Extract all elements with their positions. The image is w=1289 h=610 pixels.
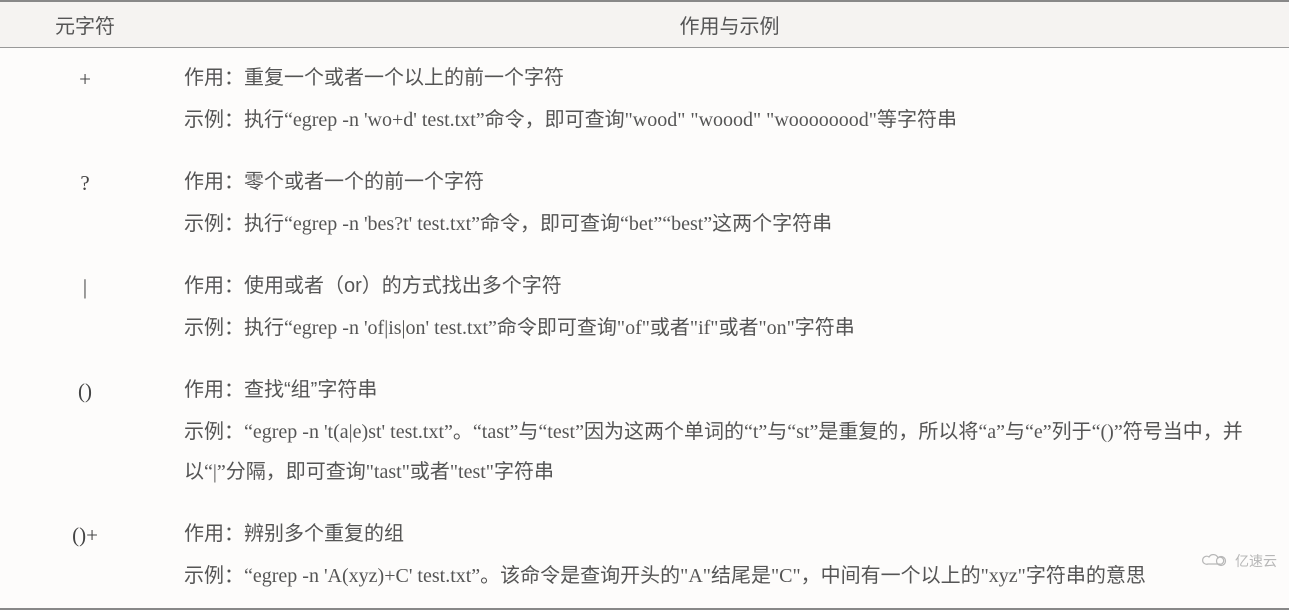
- table-row: | 作用：使用或者（or）的方式找出多个字符 示例：执行“egrep -n 'o…: [0, 256, 1289, 360]
- header-description: 作用与示例: [170, 1, 1289, 48]
- desc-cell: 作用：使用或者（or）的方式找出多个字符 示例：执行“egrep -n 'of|…: [170, 256, 1289, 360]
- header-metachar: 元字符: [0, 1, 170, 48]
- watermark: 亿速云: [1201, 550, 1277, 571]
- metachar-cell: (): [0, 360, 170, 504]
- table-row: ? 作用：零个或者一个的前一个字符 示例：执行“egrep -n 'bes?t'…: [0, 152, 1289, 256]
- metachar-cell: |: [0, 256, 170, 360]
- table-row: ()+ 作用：辨别多个重复的组 示例：“egrep -n 'A(xyz)+C' …: [0, 504, 1289, 609]
- table-row: () 作用：查找“组”字符串 示例：“egrep -n 't(a|e)st' t…: [0, 360, 1289, 504]
- usage-text: 作用：查找“组”字符串: [184, 370, 1275, 410]
- desc-cell: 作用：重复一个或者一个以上的前一个字符 示例：执行“egrep -n 'wo+d…: [170, 48, 1289, 153]
- example-text: 示例：“egrep -n 'A(xyz)+C' test.txt”。该命令是查询…: [184, 556, 1275, 596]
- example-text: 示例：执行“egrep -n 'bes?t' test.txt”命令，即可查询“…: [184, 204, 1275, 244]
- example-text: 示例：执行“egrep -n 'wo+d' test.txt”命令，即可查询"w…: [184, 100, 1275, 140]
- metachar-cell: +: [0, 48, 170, 153]
- regex-metachar-table: 元字符 作用与示例 + 作用：重复一个或者一个以上的前一个字符 示例：执行“eg…: [0, 0, 1289, 610]
- example-text: 示例：“egrep -n 't(a|e)st' test.txt”。“tast”…: [184, 412, 1275, 492]
- watermark-text: 亿速云: [1235, 551, 1277, 571]
- desc-cell: 作用：查找“组”字符串 示例：“egrep -n 't(a|e)st' test…: [170, 360, 1289, 504]
- table-row: + 作用：重复一个或者一个以上的前一个字符 示例：执行“egrep -n 'wo…: [0, 48, 1289, 153]
- usage-text: 作用：辨别多个重复的组: [184, 514, 1275, 554]
- cloud-icon: [1201, 551, 1229, 572]
- desc-cell: 作用：辨别多个重复的组 示例：“egrep -n 'A(xyz)+C' test…: [170, 504, 1289, 609]
- table-header-row: 元字符 作用与示例: [0, 1, 1289, 48]
- example-text: 示例：执行“egrep -n 'of|is|on' test.txt”命令即可查…: [184, 308, 1275, 348]
- usage-text: 作用：使用或者（or）的方式找出多个字符: [184, 266, 1275, 306]
- usage-text: 作用：重复一个或者一个以上的前一个字符: [184, 58, 1275, 98]
- desc-cell: 作用：零个或者一个的前一个字符 示例：执行“egrep -n 'bes?t' t…: [170, 152, 1289, 256]
- usage-text: 作用：零个或者一个的前一个字符: [184, 162, 1275, 202]
- metachar-cell: ()+: [0, 504, 170, 609]
- metachar-cell: ?: [0, 152, 170, 256]
